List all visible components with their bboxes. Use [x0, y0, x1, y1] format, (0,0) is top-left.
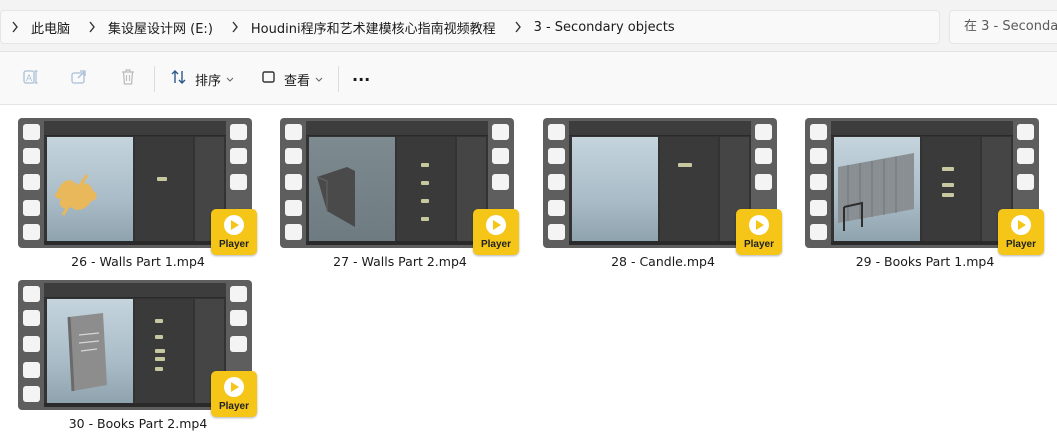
toolbar-divider: [338, 66, 339, 92]
chevron-right-icon[interactable]: [221, 21, 249, 33]
player-badge-label: Player: [218, 401, 250, 412]
file-item[interactable]: Player 27 - Walls Part 2.mp4: [262, 106, 522, 269]
rename-icon: A: [22, 68, 40, 90]
delete-button[interactable]: [119, 66, 137, 92]
sort-icon: [170, 68, 188, 90]
play-icon: [486, 215, 506, 235]
search-input[interactable]: 在 3 - Secondary objects 中搜索: [949, 10, 1057, 44]
player-badge-label: Player: [218, 239, 250, 250]
play-icon: [224, 215, 244, 235]
svg-text:A: A: [26, 73, 32, 83]
file-name: 30 - Books Part 2.mp4: [68, 416, 208, 431]
breadcrumb[interactable]: 此电脑 集设屋设计网 (E:) Houdini程序和艺术建模核心指南视频教程 3…: [0, 10, 940, 44]
video-thumbnail: Player: [805, 118, 1044, 255]
view-label: 查看: [284, 73, 311, 89]
player-badge-label: Player: [1005, 239, 1037, 250]
player-badge-label: Player: [743, 239, 775, 250]
player-badge: Player: [473, 209, 519, 255]
chevron-right-icon[interactable]: [78, 21, 106, 33]
file-name: 26 - Walls Part 1.mp4: [71, 254, 205, 269]
file-grid: Player 26 - Walls Part 1.mp4 Player 27 -…: [0, 106, 1057, 444]
file-name: 27 - Walls Part 2.mp4: [333, 254, 467, 269]
address-bar: 此电脑 集设屋设计网 (E:) Houdini程序和艺术建模核心指南视频教程 3…: [0, 0, 1057, 52]
breadcrumb-drive[interactable]: 集设屋设计网 (E:): [106, 18, 221, 37]
chevron-right-icon[interactable]: [1, 21, 29, 33]
player-badge: Player: [736, 209, 782, 255]
file-item[interactable]: Player 26 - Walls Part 1.mp4: [0, 106, 260, 269]
player-badge-label: Player: [480, 239, 512, 250]
video-thumbnail: Player: [543, 118, 782, 255]
play-icon: [224, 377, 244, 397]
video-thumbnail: Player: [18, 118, 257, 255]
breadcrumb-current-folder[interactable]: 3 - Secondary objects: [532, 20, 683, 35]
delete-icon: [119, 68, 137, 90]
file-item[interactable]: Player 29 - Books Part 1.mp4: [787, 106, 1047, 269]
chevron-down-icon: [315, 72, 323, 87]
file-name: 28 - Candle.mp4: [611, 254, 715, 269]
toolbar-divider: [154, 66, 155, 92]
share-button[interactable]: [70, 66, 88, 92]
file-item[interactable]: Player 28 - Candle.mp4: [525, 106, 785, 269]
player-badge: Player: [211, 371, 257, 417]
player-badge: Player: [998, 209, 1044, 255]
view-icon: [261, 69, 277, 89]
player-badge: Player: [211, 209, 257, 255]
breadcrumb-course-folder[interactable]: Houdini程序和艺术建模核心指南视频教程: [249, 18, 504, 37]
share-icon: [70, 68, 88, 90]
video-thumbnail: Player: [280, 118, 519, 255]
more-button[interactable]: ···: [352, 66, 370, 92]
rename-button[interactable]: A: [22, 66, 40, 92]
file-name: 29 - Books Part 1.mp4: [855, 254, 995, 269]
view-button[interactable]: 查看: [261, 66, 323, 92]
play-icon: [1011, 215, 1031, 235]
video-thumbnail: Player: [18, 280, 257, 417]
command-bar: A 排序 查看 ···: [0, 52, 1057, 105]
breadcrumb-this-pc[interactable]: 此电脑: [29, 18, 78, 37]
file-item[interactable]: Player 30 - Books Part 2.mp4: [0, 268, 260, 431]
chevron-right-icon[interactable]: [504, 21, 532, 33]
more-icon: ···: [352, 69, 371, 89]
chevron-down-icon: [226, 72, 234, 87]
play-icon: [749, 215, 769, 235]
sort-label: 排序: [195, 73, 222, 89]
sort-button[interactable]: 排序: [170, 66, 234, 92]
